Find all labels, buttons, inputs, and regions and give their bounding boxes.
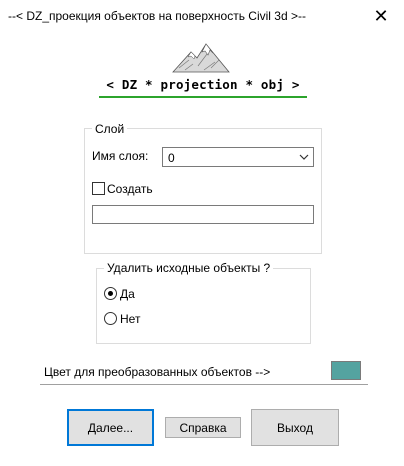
radio-selected-dot [108,291,113,296]
layer-select-value: 0 [168,151,175,165]
brand-title: < DZ * projection * obj > [106,77,300,92]
help-button[interactable]: Справка [165,417,241,438]
chevron-down-icon [299,154,309,160]
color-label: Цвет для преобразованных объектов --> [44,365,271,379]
delete-no-label: Нет [120,312,141,326]
layer-name-label: Имя слоя: [92,149,149,163]
title-bar: --< DZ_проекция объектов на поверхность … [0,0,404,32]
layer-select[interactable]: 0 [162,147,314,167]
brand-underline [99,96,307,98]
delete-originals-legend: Удалить исходные объекты ? [104,261,274,275]
create-layer-label: Создать [107,182,153,196]
close-button[interactable]: ✕ [358,0,404,32]
new-layer-name-input[interactable] [92,205,314,224]
close-icon: ✕ [373,5,389,26]
window-title: --< DZ_проекция объектов на поверхность … [8,9,306,23]
next-button[interactable]: Далее... [67,409,154,446]
delete-yes-label: Да [120,287,135,301]
delete-yes-radio[interactable] [104,287,117,300]
layer-group-legend: Слой [92,122,128,136]
separator [40,384,368,386]
delete-originals-groupbox [96,268,311,344]
mountain-icon [172,43,230,73]
color-swatch-button[interactable] [331,361,361,380]
delete-no-radio[interactable] [104,312,117,325]
exit-button[interactable]: Выход [251,409,339,446]
create-layer-checkbox[interactable] [92,182,105,195]
